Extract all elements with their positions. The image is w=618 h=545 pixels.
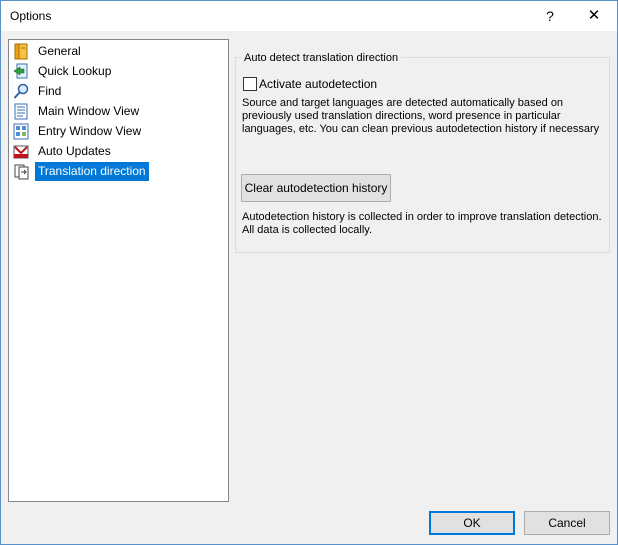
options-tree: General Quick Lookup Find Main Window Vi… — [8, 39, 229, 502]
checkbox-label: Activate autodetection — [259, 77, 378, 91]
autodetection-note: Autodetection history is collected in or… — [242, 211, 604, 237]
auto-updates-icon — [13, 145, 29, 159]
description-line: previously used translation directions, … — [242, 110, 561, 122]
ok-button[interactable]: OK — [429, 511, 515, 535]
note-line: All data is collected locally. — [242, 224, 373, 236]
clear-autodetection-history-button[interactable]: Clear autodetection history — [241, 174, 391, 202]
options-dialog: Options ? ✕ General Quick Lookup Find Ma… — [0, 0, 618, 545]
tree-item-auto-updates[interactable]: Auto Updates — [13, 142, 223, 161]
cancel-button[interactable]: Cancel — [524, 511, 610, 535]
group-title: Auto detect translation direction — [241, 51, 402, 65]
general-icon — [14, 43, 28, 60]
tree-item-label: Main Window View — [38, 104, 140, 118]
description-line: Source and target languages are detected… — [242, 97, 564, 109]
tree-item-quick-lookup[interactable]: Quick Lookup — [13, 62, 223, 81]
tree-item-label: Translation direction — [35, 162, 149, 181]
tree-item-label: Entry Window View — [38, 124, 142, 138]
checkbox-box[interactable] — [243, 77, 257, 91]
note-line: Autodetection history is collected in or… — [242, 211, 602, 223]
main-window-view-icon — [14, 103, 28, 120]
description-line: languages, etc. You can clean previous a… — [242, 123, 600, 135]
title-bar: Options ? ✕ — [1, 1, 617, 31]
find-icon — [13, 83, 29, 99]
translation-direction-icon — [14, 164, 29, 180]
tree-item-general[interactable]: General — [13, 42, 223, 61]
tree-item-entry-window-view[interactable]: Entry Window View — [13, 122, 223, 141]
tree-item-label: Find — [38, 84, 62, 98]
tree-item-label: Quick Lookup — [38, 64, 112, 78]
tree-item-find[interactable]: Find — [13, 82, 223, 101]
quick-lookup-icon — [13, 63, 28, 79]
help-button[interactable]: ? — [537, 1, 563, 31]
tree-item-main-window-view[interactable]: Main Window View — [13, 102, 223, 121]
window-title: Options — [10, 9, 52, 23]
autodetection-description: Source and target languages are detected… — [242, 97, 604, 136]
tree-item-translation-direction[interactable]: Translation direction — [13, 162, 223, 181]
close-button[interactable]: ✕ — [577, 1, 611, 31]
entry-window-view-icon — [13, 123, 29, 140]
tree-item-label: General — [38, 44, 81, 58]
tree-item-label: Auto Updates — [38, 144, 111, 158]
